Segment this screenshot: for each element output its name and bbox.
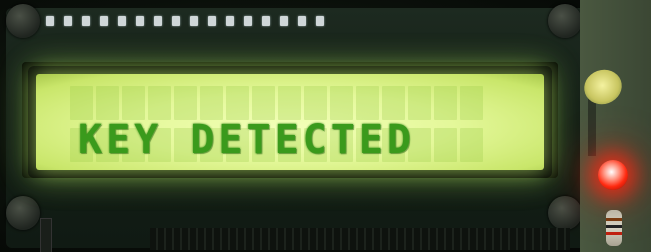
pin-labels: [44, 24, 344, 34]
mounting-screw: [548, 196, 582, 230]
board-edge: [588, 96, 596, 156]
photo-scene: KEY DETECTED: [0, 0, 651, 252]
resistor: [606, 210, 622, 246]
mounting-screw: [6, 196, 40, 230]
mounting-screw: [548, 4, 582, 38]
bottom-connector: [150, 228, 570, 250]
lcd-line-2-text: KEY DETECTED: [78, 117, 415, 163]
mounting-screw: [6, 4, 40, 38]
red-led-indicator: [598, 160, 628, 190]
bottom-component: [40, 218, 52, 252]
